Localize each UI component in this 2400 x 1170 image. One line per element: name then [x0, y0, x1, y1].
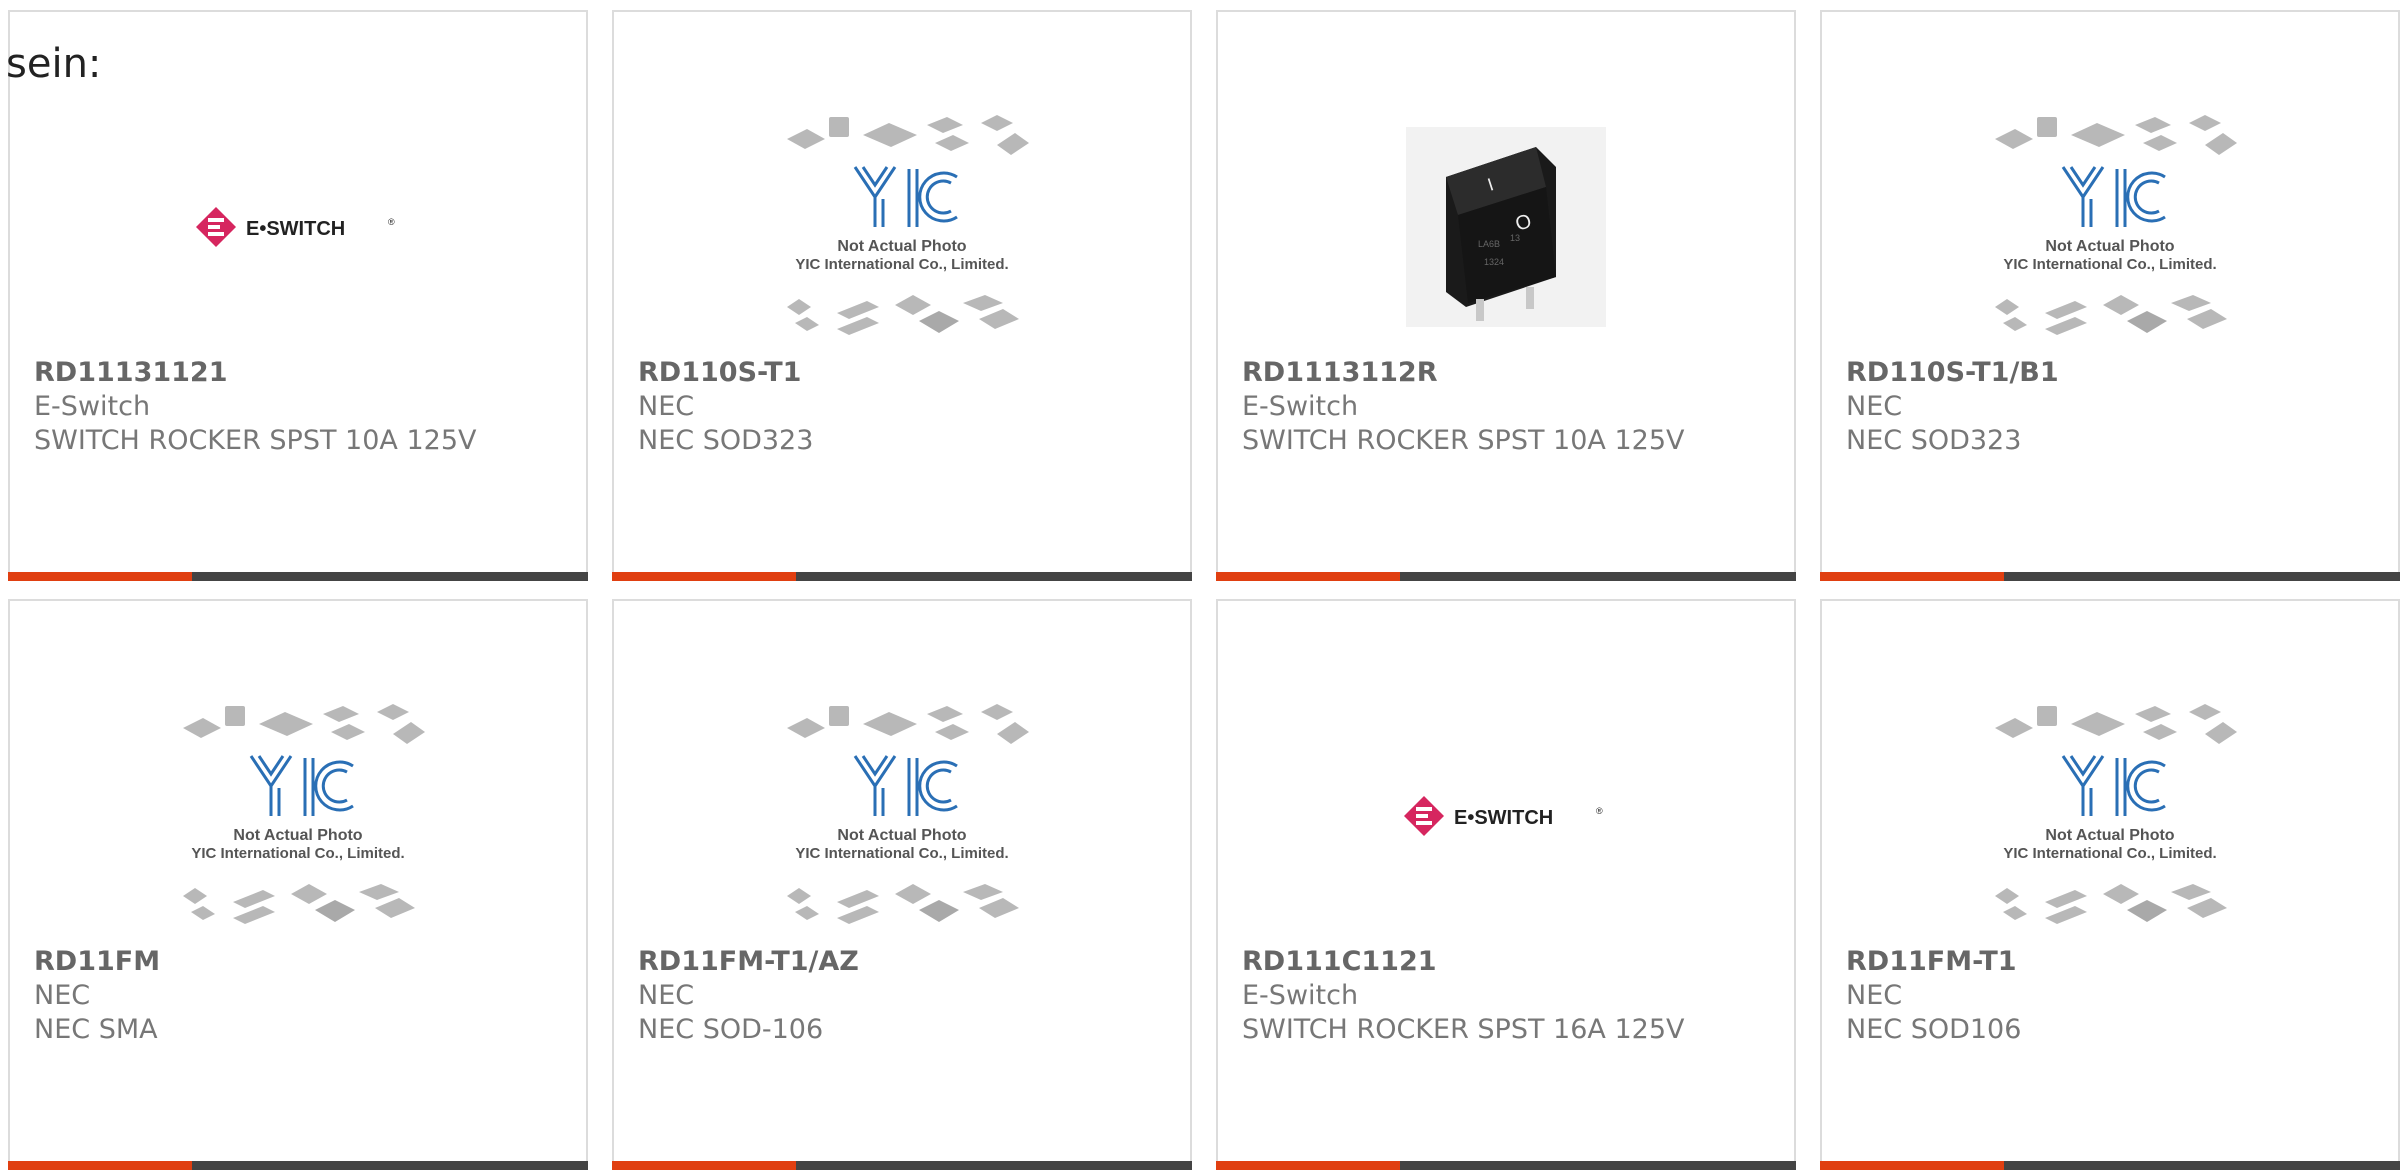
description: SWITCH ROCKER SPST 16A 125V	[1242, 1014, 1685, 1045]
eswitch-logo-text: E•SWITCH	[1454, 807, 1553, 829]
rocker-switch-photo: I O LA6B 13 1324	[1218, 92, 1794, 362]
product-card[interactable]: Not Actual Photo YIC International Co., …	[1820, 599, 2400, 1170]
part-number[interactable]: RD110S-T1	[638, 356, 813, 390]
part-number[interactable]: RD111C1121	[1242, 945, 1684, 979]
product-card[interactable]: Not Actual Photo YIC International Co., …	[612, 599, 1192, 1170]
part-number[interactable]: RD110S-T1/B1	[1846, 356, 2059, 390]
not-actual-photo-image: Not Actual Photo YIC International Co., …	[10, 681, 586, 951]
header-fragment: sein:	[6, 41, 102, 87]
manufacturer: NEC	[1846, 980, 1903, 1011]
part-number[interactable]: RD11FM-T1	[1846, 945, 2021, 979]
eswitch-logo-text: E•SWITCH	[246, 218, 345, 240]
manufacturer: NEC	[638, 980, 695, 1011]
svg-text:Not Actual Photo: Not Actual Photo	[2045, 827, 2174, 844]
svg-text:®: ®	[1596, 806, 1603, 816]
part-number[interactable]: RD11FM-T1/AZ	[638, 945, 859, 979]
part-number[interactable]: RD11FM	[34, 945, 160, 979]
card-bottom-bar	[8, 572, 588, 581]
card-bottom-bar	[8, 1161, 588, 1170]
card-bottom-bar	[1216, 572, 1796, 581]
product-card[interactable]: Not Actual Photo YIC International Co., …	[612, 10, 1192, 581]
part-number[interactable]: RD11131121	[34, 356, 476, 390]
product-grid: E•SWITCH ® RD11131121 E-Switch SWITCH RO…	[0, 0, 2400, 1170]
card-bottom-bar	[612, 1161, 1192, 1170]
svg-text:®: ®	[388, 217, 395, 227]
svg-text:Not Actual Photo: Not Actual Photo	[233, 827, 362, 844]
description: NEC SOD-106	[638, 1014, 824, 1045]
eswitch-logo: E•SWITCH ®	[10, 92, 586, 362]
not-actual-photo-image: Not Actual Photo YIC International Co., …	[614, 681, 1190, 951]
description: NEC SOD106	[1846, 1014, 2022, 1045]
svg-text:LA6B: LA6B	[1478, 239, 1500, 249]
svg-text:YIC International Co., Limited: YIC International Co., Limited.	[2003, 256, 2216, 273]
description: NEC SMA	[34, 1014, 158, 1045]
description: NEC SOD323	[638, 425, 814, 456]
not-actual-photo-image: Not Actual Photo YIC International Co., …	[1822, 92, 2398, 362]
card-bottom-bar	[1820, 572, 2400, 581]
manufacturer: NEC	[638, 391, 695, 422]
card-bottom-bar	[1216, 1161, 1796, 1170]
manufacturer: NEC	[34, 980, 91, 1011]
manufacturer: E-Switch	[1242, 980, 1359, 1011]
svg-text:YIC International Co., Limited: YIC International Co., Limited.	[795, 256, 1008, 273]
manufacturer: NEC	[1846, 391, 1903, 422]
product-card[interactable]: Not Actual Photo YIC International Co., …	[8, 599, 588, 1170]
eswitch-logo: E•SWITCH ®	[1218, 681, 1794, 951]
svg-text:13: 13	[1510, 233, 1520, 243]
product-card[interactable]: E•SWITCH ® RD11131121 E-Switch SWITCH RO…	[8, 10, 588, 581]
not-actual-photo-image: Not Actual Photo YIC International Co., …	[614, 92, 1190, 362]
svg-text:YIC International Co., Limited: YIC International Co., Limited.	[2003, 845, 2216, 862]
manufacturer: E-Switch	[34, 391, 151, 422]
card-bottom-bar	[1820, 1161, 2400, 1170]
svg-text:Not Actual Photo: Not Actual Photo	[837, 238, 966, 255]
not-actual-photo-image: Not Actual Photo YIC International Co., …	[1822, 681, 2398, 951]
description: SWITCH ROCKER SPST 10A 125V	[34, 425, 477, 456]
svg-text:YIC International Co., Limited: YIC International Co., Limited.	[191, 845, 404, 862]
svg-text:Not Actual Photo: Not Actual Photo	[2045, 238, 2174, 255]
product-card[interactable]: E•SWITCH ® RD111C1121 E-Switch SWITCH RO…	[1216, 599, 1796, 1170]
manufacturer: E-Switch	[1242, 391, 1359, 422]
svg-text:Not Actual Photo: Not Actual Photo	[837, 827, 966, 844]
description: NEC SOD323	[1846, 425, 2022, 456]
svg-text:YIC International Co., Limited: YIC International Co., Limited.	[795, 845, 1008, 862]
svg-text:1324: 1324	[1484, 257, 1504, 267]
part-number[interactable]: RD1113112R	[1242, 356, 1684, 390]
product-card[interactable]: I O LA6B 13 1324 RD1113112R E-Switch SWI…	[1216, 10, 1796, 581]
card-bottom-bar	[612, 572, 1192, 581]
description: SWITCH ROCKER SPST 10A 125V	[1242, 425, 1685, 456]
product-card[interactable]: Not Actual Photo YIC International Co., …	[1820, 10, 2400, 581]
